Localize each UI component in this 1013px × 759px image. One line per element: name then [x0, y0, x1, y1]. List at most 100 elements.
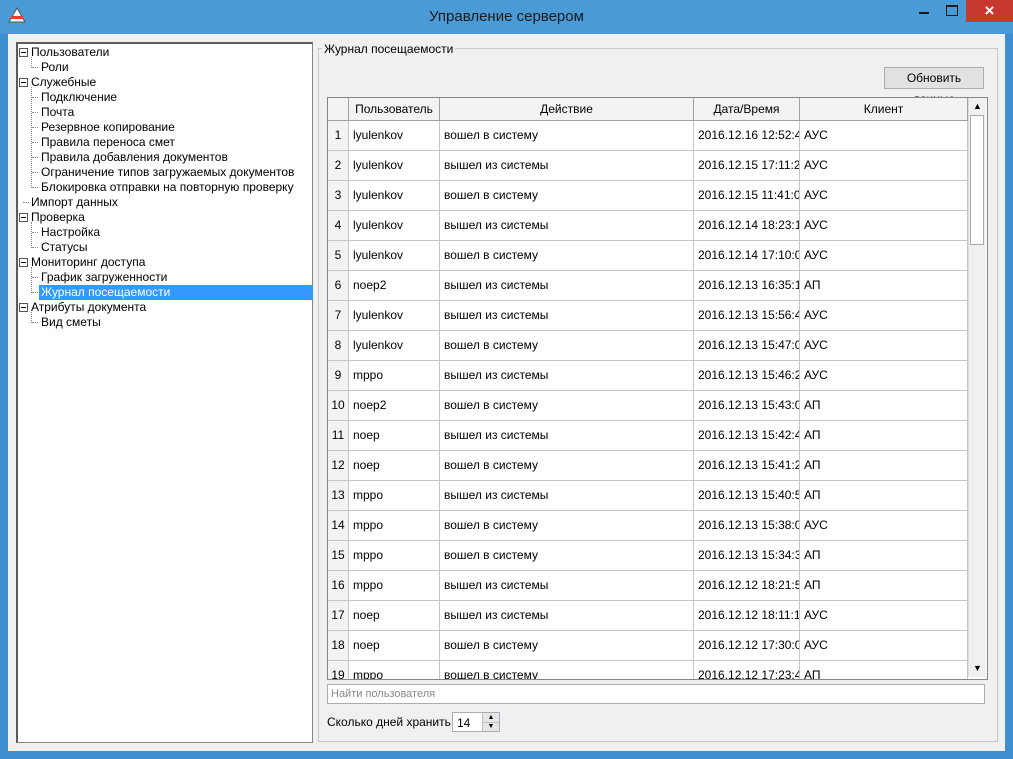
tree-item[interactable]: Роли	[39, 60, 71, 75]
cell-action[interactable]: вошел в систему	[440, 511, 694, 540]
days-to-keep-stepper[interactable]: 14 ▲ ▼	[452, 712, 500, 732]
tree-item[interactable]: Проверка	[31, 210, 85, 225]
column-header-action[interactable]: Действие	[440, 98, 694, 120]
row-number[interactable]: 11	[328, 421, 349, 450]
cell-user[interactable]: lyulenkov	[349, 301, 440, 330]
cell-client[interactable]: АУС	[800, 211, 968, 240]
table-row[interactable]: 9 mppo вышел из системы 2016.12.13 15:46:27…	[328, 361, 968, 391]
cell-datetime[interactable]: 2016.12.16 12:52:44	[694, 121, 800, 150]
table-row[interactable]: 3 lyulenkov вошел в систему 2016.12.15 11:4…	[328, 181, 968, 211]
table-row[interactable]: 15 mppo вошел в систему 2016.12.13 15:34:39…	[328, 541, 968, 571]
minimize-button[interactable]	[910, 0, 938, 22]
tree-item[interactable]: Ограничение типов загружаемых документов	[39, 165, 296, 180]
cell-datetime[interactable]: 2016.12.13 15:46:27	[694, 361, 800, 390]
cell-action[interactable]: вышел из системы	[440, 271, 694, 300]
cell-user[interactable]: mppo	[349, 661, 440, 679]
cell-user[interactable]: noep	[349, 601, 440, 630]
cell-user[interactable]: lyulenkov	[349, 181, 440, 210]
tree-item[interactable]: График загруженности	[39, 270, 169, 285]
cell-datetime[interactable]: 2016.12.13 15:34:39	[694, 541, 800, 570]
cell-user[interactable]: noep	[349, 631, 440, 660]
cell-action[interactable]: вошел в систему	[440, 391, 694, 420]
row-number[interactable]: 12	[328, 451, 349, 480]
row-number[interactable]: 7	[328, 301, 349, 330]
row-number[interactable]: 13	[328, 481, 349, 510]
table-row[interactable]: 18 noep вошел в систему 2016.12.12 17:30:05…	[328, 631, 968, 661]
maximize-button[interactable]	[938, 0, 966, 22]
tree-item[interactable]: Журнал посещаемости	[39, 285, 313, 300]
cell-client[interactable]: АУС	[800, 301, 968, 330]
tree-item[interactable]: Импорт данных	[31, 195, 118, 210]
cell-datetime[interactable]: 2016.12.13 16:35:12	[694, 271, 800, 300]
cell-user[interactable]: mppo	[349, 541, 440, 570]
column-header-datetime[interactable]: Дата/Время	[694, 98, 800, 120]
cell-user[interactable]: mppo	[349, 511, 440, 540]
cell-datetime[interactable]: 2016.12.13 15:40:53	[694, 481, 800, 510]
cell-datetime[interactable]: 2016.12.13 15:41:27	[694, 451, 800, 480]
collapse-toggle-icon[interactable]	[19, 48, 28, 57]
row-number[interactable]: 8	[328, 331, 349, 360]
cell-user[interactable]: lyulenkov	[349, 241, 440, 270]
cell-client[interactable]: АУС	[800, 151, 968, 180]
row-number[interactable]: 5	[328, 241, 349, 270]
tree-item[interactable]: Статусы	[39, 240, 90, 255]
table-row[interactable]: 6 noep2 вышел из системы 2016.12.13 16:35:1…	[328, 271, 968, 301]
cell-user[interactable]: lyulenkov	[349, 211, 440, 240]
close-button[interactable]: ×	[966, 0, 1013, 22]
stepper-down-icon[interactable]: ▼	[483, 722, 499, 731]
collapse-toggle-icon[interactable]	[19, 303, 28, 312]
tree-item[interactable]: Правила переноса смет	[39, 135, 177, 150]
cell-datetime[interactable]: 2016.12.14 18:23:13	[694, 211, 800, 240]
cell-action[interactable]: вышел из системы	[440, 571, 694, 600]
row-number[interactable]: 6	[328, 271, 349, 300]
table-row[interactable]: 2 lyulenkov вышел из системы 2016.12.15 17:…	[328, 151, 968, 181]
collapse-toggle-icon[interactable]	[19, 78, 28, 87]
row-number[interactable]: 2	[328, 151, 349, 180]
cell-datetime[interactable]: 2016.12.13 15:43:05	[694, 391, 800, 420]
cell-client[interactable]: АП	[800, 451, 968, 480]
table-row[interactable]: 5 lyulenkov вошел в систему 2016.12.14 17:1…	[328, 241, 968, 271]
cell-action[interactable]: вышел из системы	[440, 421, 694, 450]
tree-item[interactable]: Почта	[39, 105, 76, 120]
row-number[interactable]: 9	[328, 361, 349, 390]
cell-datetime[interactable]: 2016.12.12 18:11:14	[694, 601, 800, 630]
row-number[interactable]: 15	[328, 541, 349, 570]
cell-datetime[interactable]: 2016.12.15 11:41:01	[694, 181, 800, 210]
cell-client[interactable]: АУС	[800, 601, 968, 630]
cell-client[interactable]: АУС	[800, 511, 968, 540]
cell-client[interactable]: АУС	[800, 331, 968, 360]
row-number[interactable]: 1	[328, 121, 349, 150]
scroll-up-arrow-icon[interactable]: ▲	[969, 98, 986, 115]
row-number[interactable]: 4	[328, 211, 349, 240]
table-row[interactable]: 14 mppo вошел в систему 2016.12.13 15:38:04…	[328, 511, 968, 541]
table-row[interactable]: 19 mppo вошел в систему 2016.12.12 17:23:49…	[328, 661, 968, 679]
scroll-down-arrow-icon[interactable]: ▼	[969, 660, 986, 677]
row-number[interactable]: 3	[328, 181, 349, 210]
row-number[interactable]: 16	[328, 571, 349, 600]
cell-user[interactable]: mppo	[349, 361, 440, 390]
cell-action[interactable]: вышел из системы	[440, 361, 694, 390]
visits-journal-table[interactable]: Пользователь Действие Дата/Время Клиент …	[327, 97, 988, 680]
cell-user[interactable]: noep	[349, 451, 440, 480]
cell-user[interactable]: lyulenkov	[349, 331, 440, 360]
cell-client[interactable]: АУС	[800, 241, 968, 270]
tree-item[interactable]: Вид сметы	[39, 315, 103, 330]
table-scrollbar[interactable]: ▲ ▼	[968, 98, 986, 677]
cell-action[interactable]: вышел из системы	[440, 211, 694, 240]
cell-action[interactable]: вошел в систему	[440, 241, 694, 270]
tree-item[interactable]: Мониторинг доступа	[31, 255, 145, 270]
table-row[interactable]: 4 lyulenkov вышел из системы 2016.12.14 18:…	[328, 211, 968, 241]
cell-user[interactable]: mppo	[349, 571, 440, 600]
cell-datetime[interactable]: 2016.12.12 17:30:05	[694, 631, 800, 660]
cell-action[interactable]: вошел в систему	[440, 631, 694, 660]
cell-action[interactable]: вышел из системы	[440, 151, 694, 180]
cell-client[interactable]: АУС	[800, 361, 968, 390]
row-number[interactable]: 18	[328, 631, 349, 660]
tree-item[interactable]: Правила добавления документов	[39, 150, 230, 165]
cell-user[interactable]: mppo	[349, 481, 440, 510]
cell-user[interactable]: lyulenkov	[349, 121, 440, 150]
row-number[interactable]: 10	[328, 391, 349, 420]
cell-datetime[interactable]: 2016.12.14 17:10:02	[694, 241, 800, 270]
tree-item[interactable]: Подключение	[39, 90, 119, 105]
search-user-input[interactable]	[327, 684, 985, 704]
